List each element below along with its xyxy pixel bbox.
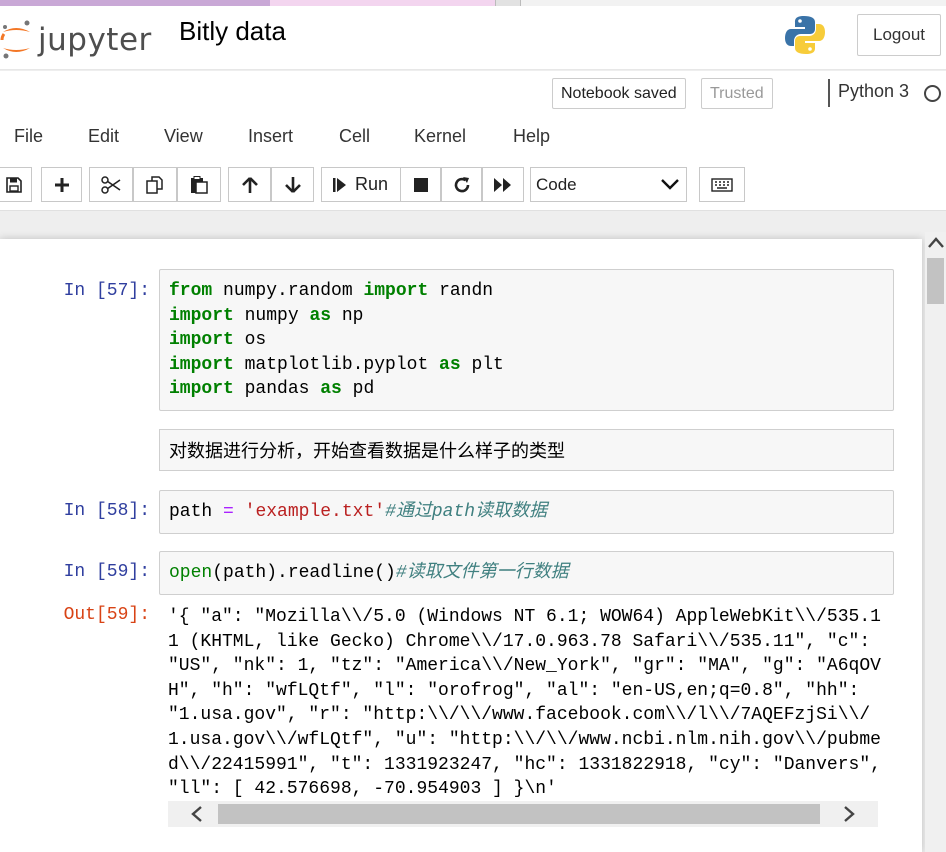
code-token-kw: import — [169, 354, 234, 375]
code-token-op: = — [223, 502, 234, 522]
paste-button[interactable] — [177, 167, 221, 202]
insert-cell-button[interactable] — [41, 167, 82, 202]
menu-kernel[interactable]: Kernel — [414, 126, 466, 147]
cell-type-value: Code — [536, 175, 577, 194]
code-token: (path).readline() — [212, 563, 396, 583]
code-cell-59[interactable]: open(path).readline()#读取文件第一行数据 — [159, 551, 894, 595]
paste-icon — [191, 175, 208, 194]
jupyter-logo-icon — [0, 20, 30, 59]
notebook-saved-indicator: Notebook saved — [552, 78, 686, 109]
vertical-scroll-thumb[interactable] — [927, 258, 944, 304]
code-token-kw: as — [439, 354, 461, 375]
menubar: File Edit View Insert Cell Kernel Help — [0, 115, 946, 159]
code-token: path — [169, 502, 224, 522]
restart-run-all-button[interactable] — [482, 167, 524, 202]
markdown-cell[interactable]: 对数据进行分析，开始查看数据是什么样子的类型 — [159, 429, 894, 471]
menu-cell[interactable]: Cell — [339, 126, 370, 147]
code-token-fn: open — [169, 563, 213, 583]
cell-57-code[interactable]: from numpy.random import randn import nu… — [160, 270, 893, 411]
restart-icon — [454, 176, 469, 192]
trusted-indicator[interactable]: Trusted — [701, 78, 773, 109]
logout-button[interactable]: Logout — [857, 14, 941, 56]
code-token-kw: import — [169, 330, 234, 351]
command-palette-button[interactable] — [699, 167, 745, 202]
menu-edit[interactable]: Edit — [88, 126, 119, 147]
arrow-down-icon — [284, 176, 301, 193]
save-icon — [6, 176, 22, 193]
code-token: os — [233, 330, 267, 351]
code-token-cmt: #读取文件第一行数据 — [395, 563, 569, 583]
code-token-kw: import — [169, 379, 234, 400]
code-cell-57[interactable]: from numpy.random import randn import nu… — [159, 269, 894, 411]
vertical-scrollbar[interactable] — [925, 232, 946, 852]
kernel-idle-icon — [924, 85, 941, 102]
code-token-str: 'example.txt' — [244, 502, 386, 522]
menu-view[interactable]: View — [164, 126, 203, 147]
python-logo-icon — [785, 16, 825, 54]
scroll-up-icon[interactable] — [928, 236, 944, 250]
code-cell-58[interactable]: path = 'example.txt'#通过path读取数据 — [159, 490, 894, 534]
cell-57-prompt: In [57]: — [63, 281, 150, 301]
arrow-up-icon — [241, 176, 258, 193]
code-token-kw: as — [320, 379, 342, 400]
code-token: randn — [428, 281, 494, 301]
step-forward-icon — [333, 177, 346, 192]
fast-forward-icon — [494, 177, 511, 192]
code-token-kw: import — [169, 305, 234, 326]
cell-type-select[interactable]: Code — [530, 167, 687, 202]
cell-59-output-prompt: Out[59]: — [63, 605, 150, 625]
code-token-kw: as — [309, 305, 332, 326]
menu-insert[interactable]: Insert — [248, 126, 293, 147]
move-down-button[interactable] — [271, 167, 314, 202]
plus-icon — [54, 177, 69, 192]
jupyter-logo[interactable]: jupyter — [0, 18, 152, 62]
menu-file[interactable]: File — [14, 126, 43, 147]
cell-59-code[interactable]: open(path).readline()#读取文件第一行数据 — [160, 552, 893, 595]
notebook-status-bar: Notebook saved Trusted Python 3 — [0, 71, 946, 115]
scroll-right-icon[interactable] — [842, 805, 856, 823]
chevron-down-icon — [661, 179, 679, 190]
scroll-left-icon[interactable] — [190, 805, 204, 823]
interrupt-kernel-button[interactable] — [400, 167, 441, 202]
code-token: pd — [341, 379, 375, 400]
code-token: numpy.random — [212, 281, 364, 301]
restart-kernel-button[interactable] — [441, 167, 482, 202]
stop-icon — [413, 177, 428, 192]
save-button[interactable] — [0, 167, 32, 202]
output-horizontal-scrollbar[interactable] — [168, 801, 878, 827]
cell-59-output: '{ "a": "Mozilla\\/5.0 (Windows NT 6.1; … — [168, 607, 892, 800]
notebook-title[interactable]: Bitly data — [179, 16, 286, 47]
kernel-name: Python 3 — [838, 81, 910, 101]
cell-59-prompt: In [59]: — [63, 562, 150, 582]
code-token: numpy — [233, 305, 310, 326]
run-button-label: Run — [355, 174, 389, 194]
code-token-kw: import — [363, 281, 429, 301]
cell-58-prompt: In [58]: — [63, 501, 150, 521]
menu-help[interactable]: Help — [513, 126, 550, 147]
markdown-text: 对数据进行分析，开始查看数据是什么样子的类型 — [169, 441, 565, 462]
horizontal-scroll-thumb[interactable] — [218, 804, 820, 824]
cut-icon — [101, 175, 121, 194]
keyboard-icon — [711, 177, 733, 192]
notebook-header: jupyter Bitly data Logout — [0, 6, 946, 70]
jupyter-logo-text: jupyter — [38, 22, 152, 58]
code-token: pandas — [233, 379, 321, 400]
code-token-kw: from — [169, 281, 213, 301]
move-up-button[interactable] — [228, 167, 271, 202]
code-token-cmt: #通过path读取数据 — [385, 502, 548, 522]
cell-58-code[interactable]: path = 'example.txt'#通过path读取数据 — [160, 491, 893, 534]
kernel-divider — [828, 79, 830, 107]
cut-button[interactable] — [89, 167, 133, 202]
copy-button[interactable] — [133, 167, 177, 202]
notebook-toolbar: Run Code — [0, 159, 946, 211]
run-button[interactable]: Run — [321, 167, 401, 202]
code-token: plt — [460, 354, 504, 375]
copy-icon — [146, 175, 163, 194]
code-token: np — [331, 305, 364, 326]
code-token: matplotlib.pyplot — [233, 354, 440, 375]
